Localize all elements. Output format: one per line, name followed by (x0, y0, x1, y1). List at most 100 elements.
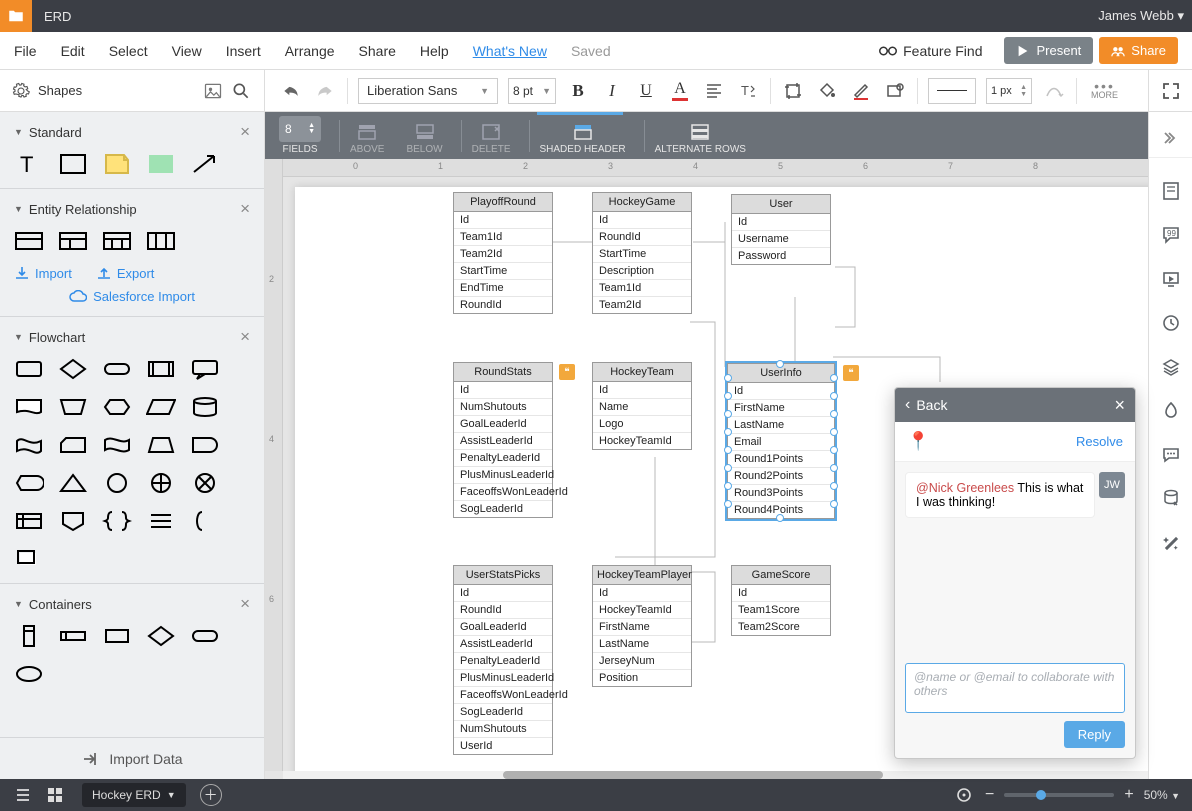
more-button[interactable]: •••MORE (1091, 82, 1118, 100)
share-button[interactable]: Share (1099, 37, 1178, 64)
rect-shape[interactable] (58, 152, 88, 176)
import-link[interactable]: Import (14, 265, 72, 281)
insert-above-button[interactable]: ABOVE (350, 112, 384, 159)
dock-paint-icon[interactable] (1160, 400, 1182, 422)
fc-hex[interactable] (102, 395, 132, 419)
import-data-button[interactable]: Import Data (0, 737, 264, 779)
font-select[interactable]: Liberation Sans▼ (358, 78, 498, 104)
entity-hockeygame[interactable]: HockeyGame Id RoundId StartTime Descript… (592, 192, 692, 314)
feature-find-button[interactable]: Feature Find (879, 43, 982, 59)
section-entity-relationship[interactable]: ▼Entity Relationship× (14, 199, 250, 219)
er-shape-2[interactable] (58, 229, 88, 253)
fc-doc[interactable] (14, 395, 44, 419)
section-standard[interactable]: ▼Standard× (14, 122, 250, 142)
fc-rect[interactable] (14, 357, 44, 381)
fc-tri[interactable] (58, 471, 88, 495)
menu-share[interactable]: Share (359, 43, 396, 59)
image-icon[interactable] (202, 80, 224, 102)
fc-diamond[interactable] (58, 357, 88, 381)
resolve-button[interactable]: Resolve (1076, 434, 1123, 449)
fill-button[interactable] (815, 79, 839, 103)
menu-view[interactable]: View (172, 43, 202, 59)
fc-flag[interactable] (102, 433, 132, 457)
er-shape-3[interactable] (102, 229, 132, 253)
er-shape-4[interactable] (146, 229, 176, 253)
search-icon[interactable] (230, 80, 252, 102)
list-view-icon[interactable] (12, 784, 34, 806)
menu-select[interactable]: Select (109, 43, 148, 59)
cont-diamond[interactable] (146, 624, 176, 648)
section-containers[interactable]: ▼Containers× (14, 594, 250, 614)
entity-gamescore[interactable]: GameScore Id Team1Score Team2Score (731, 565, 831, 636)
entity-userstatspicks[interactable]: UserStatsPicks Id RoundId GoalLeaderId A… (453, 565, 553, 755)
note-shape[interactable] (102, 152, 132, 176)
comment-reply-button[interactable]: Reply (1064, 721, 1125, 748)
menu-edit[interactable]: Edit (61, 43, 85, 59)
menu-file[interactable]: File (14, 43, 37, 59)
fc-trap[interactable] (146, 433, 176, 457)
fc-sum[interactable] (146, 471, 176, 495)
insert-below-button[interactable]: BELOW (406, 112, 442, 159)
comment-reply-input[interactable] (905, 663, 1125, 713)
cont-ellipse[interactable] (14, 662, 44, 686)
dock-present-icon[interactable] (1160, 268, 1182, 290)
folder-icon[interactable] (0, 0, 32, 32)
align-button[interactable] (702, 79, 726, 103)
grid-view-icon[interactable] (44, 784, 66, 806)
close-icon[interactable]: × (240, 199, 250, 219)
dock-history-icon[interactable] (1160, 312, 1182, 334)
menu-arrange[interactable]: Arrange (285, 43, 335, 59)
fc-display[interactable] (14, 471, 44, 495)
menu-help[interactable]: Help (420, 43, 449, 59)
italic-button[interactable]: I (600, 79, 624, 103)
crop-button[interactable] (781, 79, 805, 103)
delete-field-button[interactable]: DELETE (472, 112, 511, 159)
entity-playoffround[interactable]: PlayoffRound Id Team1Id Team2Id StartTim… (453, 192, 553, 314)
zoom-slider[interactable] (1004, 793, 1114, 797)
fc-swatch[interactable] (14, 547, 44, 571)
horizontal-scrollbar[interactable] (283, 771, 1148, 779)
fields-count[interactable]: 8▲▼ FIELDS (279, 112, 321, 159)
undo-button[interactable] (279, 79, 303, 103)
er-shape-1[interactable] (14, 229, 44, 253)
target-icon[interactable] (953, 784, 975, 806)
dock-layers-icon[interactable] (1160, 356, 1182, 378)
fc-internal[interactable] (14, 509, 44, 533)
font-size-select[interactable]: 8 pt▼ (508, 78, 556, 104)
entity-hockeyteamplayer[interactable]: HockeyTeamPlayer Id HockeyTeamId FirstNa… (592, 565, 692, 687)
cont-pill[interactable] (190, 624, 220, 648)
comment-tag-icon[interactable]: ❝ (559, 364, 575, 380)
redo-button[interactable] (313, 79, 337, 103)
cont-lane-h[interactable] (58, 624, 88, 648)
fc-delay[interactable] (190, 433, 220, 457)
entity-userinfo[interactable]: UserInfo Id FirstName LastName Email Rou… (727, 363, 835, 519)
collapse-dock-button[interactable] (1149, 118, 1192, 158)
arrow-shape[interactable] (190, 152, 220, 176)
present-button[interactable]: Present (1004, 37, 1093, 64)
fc-terminator[interactable] (102, 357, 132, 381)
fc-brace[interactable] (102, 509, 132, 533)
fc-manual[interactable] (58, 395, 88, 419)
fc-offpage[interactable] (58, 509, 88, 533)
menu-insert[interactable]: Insert (226, 43, 261, 59)
fc-callout[interactable] (190, 357, 220, 381)
dock-data-icon[interactable] (1160, 488, 1182, 510)
close-icon[interactable]: × (240, 122, 250, 142)
page-tab[interactable]: Hockey ERD▼ (82, 783, 186, 807)
dock-magic-icon[interactable] (1160, 532, 1182, 554)
fc-para[interactable] (146, 395, 176, 419)
entity-hockeyteam[interactable]: HockeyTeam Id Name Logo HockeyTeamId (592, 362, 692, 450)
fc-list[interactable] (146, 509, 176, 533)
entity-roundstats[interactable]: RoundStats Id NumShutouts GoalLeaderId A… (453, 362, 553, 518)
fc-bracket[interactable] (190, 509, 220, 533)
block-shape[interactable] (146, 152, 176, 176)
border-color-button[interactable] (849, 79, 873, 103)
cont-rect[interactable] (102, 624, 132, 648)
dock-chat-icon[interactable] (1160, 444, 1182, 466)
comment-close-button[interactable]: × (1114, 395, 1125, 416)
fc-cyl[interactable] (190, 395, 220, 419)
dock-page-icon[interactable] (1160, 180, 1182, 202)
zoom-out-button[interactable]: − (985, 786, 994, 804)
text-color-button[interactable]: A (668, 79, 692, 103)
document-title[interactable]: ERD (44, 9, 1098, 24)
